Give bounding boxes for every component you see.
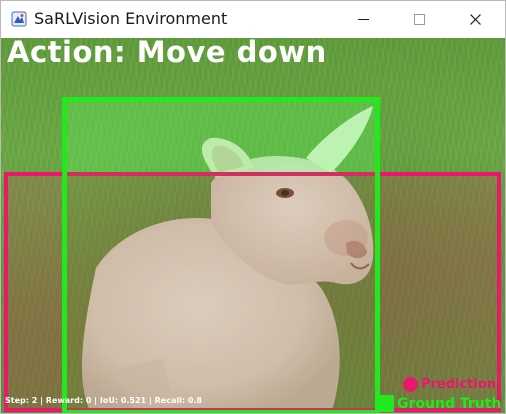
action-label: Action: Move down [7,38,327,69]
close-icon [469,14,481,25]
close-button[interactable] [447,1,503,38]
maximize-button[interactable] [391,1,447,38]
minimize-icon [357,19,369,20]
ground-truth-square-icon [377,395,394,412]
legend-prediction: Prediction [403,377,496,392]
episode-stats: Step: 2 | Reward: 0 | IoU: 0.521 | Recal… [5,396,202,405]
minimize-button[interactable] [335,1,391,38]
ground-truth-bounding-box [62,97,380,413]
app-icon [11,11,27,27]
app-window: SaRLVision Environment Action: Move down… [0,0,506,414]
legend-ground-truth: Ground Truth [377,395,501,412]
prediction-dot-icon [403,377,418,392]
environment-canvas[interactable]: Action: Move down Step: 2 | Reward: 0 | … [1,38,505,413]
window-title: SaRLVision Environment [34,9,228,28]
legend-prediction-label: Prediction [421,377,497,392]
title-bar[interactable]: SaRLVision Environment [1,1,505,38]
maximize-icon [413,14,425,25]
legend-ground-truth-label: Ground Truth [397,395,502,412]
